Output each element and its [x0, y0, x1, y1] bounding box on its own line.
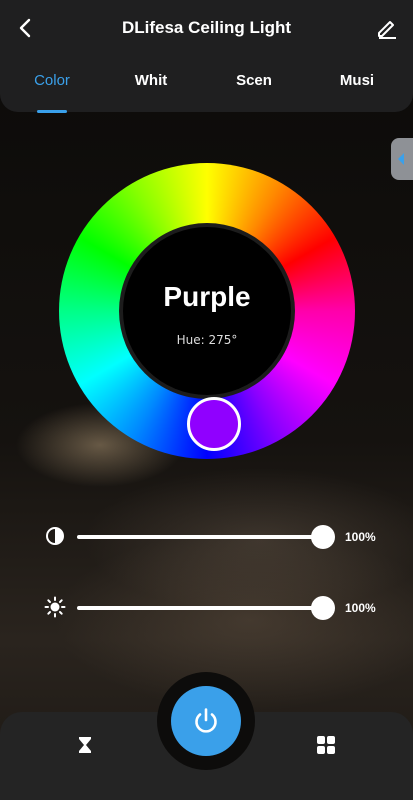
side-drawer-handle[interactable] — [391, 138, 413, 180]
back-button[interactable] — [14, 16, 38, 40]
brightness-slider-thumb[interactable] — [311, 596, 335, 620]
color-picker-handle[interactable] — [187, 397, 241, 451]
contrast-slider-row: 100% — [44, 522, 384, 552]
header-bar: DLifesa Ceiling Light Color Whit Scen Mu… — [0, 0, 413, 113]
timer-button[interactable] — [73, 733, 97, 757]
contrast-slider-thumb[interactable] — [311, 525, 335, 549]
power-button[interactable] — [171, 686, 241, 756]
tab-color[interactable]: Color — [17, 72, 87, 89]
power-icon — [195, 708, 217, 733]
tab-scene[interactable]: Scen — [219, 72, 289, 89]
brightness-slider-row: 100% — [44, 593, 384, 623]
brightness-value: 100% — [345, 601, 376, 615]
contrast-value: 100% — [345, 530, 376, 544]
caret-left-icon — [398, 153, 404, 165]
page-title: DLifesa Ceiling Light — [121, 18, 292, 37]
tab-white[interactable]: Whit — [116, 72, 186, 89]
active-tab-indicator — [37, 110, 67, 113]
sun-icon — [44, 596, 66, 618]
edit-button[interactable] — [375, 16, 399, 40]
scenes-button[interactable] — [314, 733, 338, 757]
pencil-icon — [378, 21, 396, 39]
contrast-slider-track[interactable] — [77, 535, 323, 539]
grid-icon — [317, 736, 335, 754]
color-info-center: Purple Hue: 275° — [123, 227, 291, 395]
tab-music[interactable]: Musi — [322, 72, 392, 89]
hourglass-icon — [79, 737, 91, 753]
brightness-slider-track[interactable] — [77, 606, 323, 610]
color-wheel[interactable]: Purple Hue: 275° — [59, 163, 355, 459]
hue-readout: Hue: 275° — [176, 333, 238, 347]
chevron-left-icon — [19, 18, 31, 38]
color-name: Purple — [163, 281, 251, 312]
contrast-icon — [46, 527, 64, 545]
tab-bar: Color Whit Scen Musi — [0, 72, 413, 113]
